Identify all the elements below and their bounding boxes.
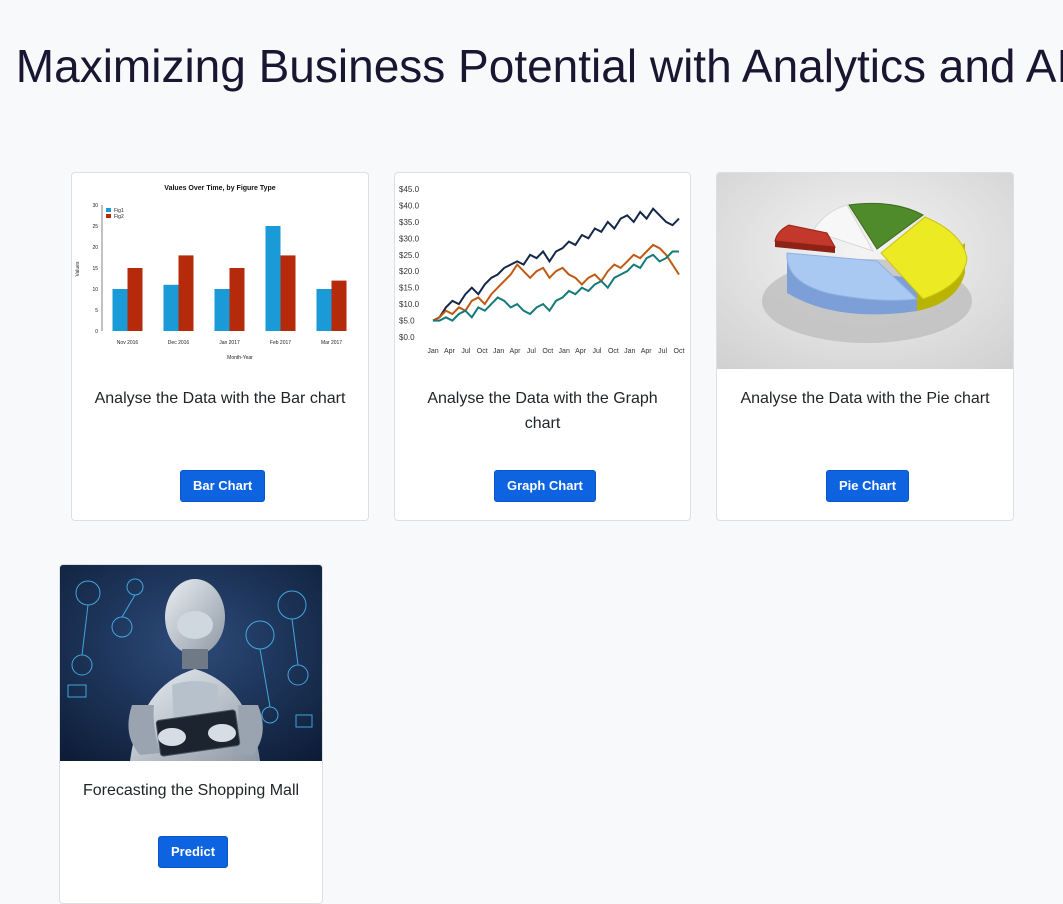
bar-x-tick: Feb 2017: [270, 340, 291, 346]
line-x-tick: Apr: [510, 348, 522, 355]
bar-x-tick: Nov 2016: [117, 340, 139, 346]
bar-chart-image: Values Over Time, by Figure Type Values …: [72, 173, 368, 369]
bar-y-tick: 0: [95, 329, 98, 335]
line-x-tick: Apr: [575, 348, 587, 355]
bar-fig2: [280, 255, 296, 331]
line-series-2: [432, 243, 680, 322]
line-y-tick: $20.0: [399, 267, 420, 276]
line-series-3: [433, 250, 679, 322]
line-x-tick: Apr: [641, 348, 653, 355]
bar-y-tick: 30: [92, 203, 98, 209]
bar-chart-card-text: Analyse the Data with the Bar chart: [94, 390, 346, 407]
line-x-tick: Jul: [527, 348, 536, 355]
graph-chart-image: $0.0 $5.0 $10.0 $15.0 $20.0 $25.0 $30.0 $35.0 $4…: [395, 173, 690, 369]
bar-fig1: [112, 289, 128, 331]
graph-chart-card-text: Analyse the Data with the Graph chart: [427, 390, 658, 432]
line-y-tick: $45.0: [399, 185, 420, 194]
line-y-tick: $35.0: [399, 218, 420, 227]
bar-x-tick: Mar 2017: [321, 340, 342, 346]
bar-y-tick: 10: [92, 287, 98, 293]
bar-fig1: [163, 284, 179, 331]
bar-y-tick: 15: [92, 266, 98, 272]
robot-image: [60, 565, 322, 761]
line-x-tick: Jan: [493, 348, 504, 355]
bar-fig1: [316, 289, 332, 331]
line-x-tick: Jul: [658, 348, 667, 355]
bar-fig1: [265, 226, 281, 331]
bar-fig2: [229, 268, 245, 331]
bar-fig2: [127, 268, 143, 331]
legend-swatch-fig1: [106, 208, 111, 212]
bar-y-tick: 5: [95, 308, 98, 314]
bar-chart-xlabel: Month-Year: [227, 355, 253, 361]
line-y-tick: $30.0: [399, 234, 420, 243]
bar-y-tick: 25: [92, 224, 98, 230]
graph-chart-button[interactable]: Graph Chart: [494, 470, 596, 502]
bar-x-tick: Dec 2016: [168, 340, 190, 346]
line-y-tick: $10.0: [399, 300, 420, 309]
bar-chart-title: Values Over Time, by Figure Type: [164, 185, 276, 192]
line-x-tick: Apr: [444, 348, 456, 355]
line-y-tick: $15.0: [399, 284, 420, 293]
bar-fig2: [331, 280, 347, 331]
forecast-card: Forecasting the Shopping Mall Predict: [59, 564, 323, 904]
bar-x-tick: Jan 2017: [219, 340, 240, 346]
line-x-tick: Oct: [477, 348, 488, 355]
line-x-tick: Jul: [461, 348, 470, 355]
bar-chart-button[interactable]: Bar Chart: [180, 470, 266, 502]
line-x-tick: Jan: [427, 348, 438, 355]
pie-chart-card-text: Analyse the Data with the Pie chart: [740, 390, 990, 407]
line-y-tick: $25.0: [399, 251, 420, 260]
line-x-tick: Oct: [608, 348, 619, 355]
line-y-tick: $5.0: [399, 317, 415, 326]
bar-y-tick: 20: [92, 245, 98, 251]
bar-chart-ylabel: Values: [75, 261, 81, 276]
line-x-tick: Jul: [593, 348, 602, 355]
pie-chart-button[interactable]: Pie Chart: [826, 470, 910, 502]
predict-button[interactable]: Predict: [158, 836, 229, 868]
page-title: Maximizing Business Potential with Analy…: [15, 40, 1063, 92]
legend-label-fig2: Fig2: [114, 214, 124, 220]
line-x-tick: Jan: [559, 348, 570, 355]
line-x-tick: Oct: [674, 348, 685, 355]
bar-chart-card: Values Over Time, by Figure Type Values …: [71, 172, 369, 521]
forecast-card-text: Forecasting the Shopping Mall: [82, 782, 300, 799]
legend-swatch-fig2: [106, 214, 111, 218]
graph-chart-card: $0.0 $5.0 $10.0 $15.0 $20.0 $25.0 $30.0 $35.0 $4…: [394, 172, 691, 521]
bar-fig2: [178, 255, 194, 331]
pie-chart-card: Analyse the Data with the Pie chart Pie …: [716, 172, 1014, 521]
line-x-tick: Jan: [624, 348, 635, 355]
bar-fig1: [214, 289, 230, 331]
line-x-tick: Oct: [542, 348, 553, 355]
pie-chart-image: [717, 173, 1013, 369]
line-y-tick: $40.0: [399, 201, 420, 210]
line-y-tick: $0.0: [399, 333, 415, 342]
